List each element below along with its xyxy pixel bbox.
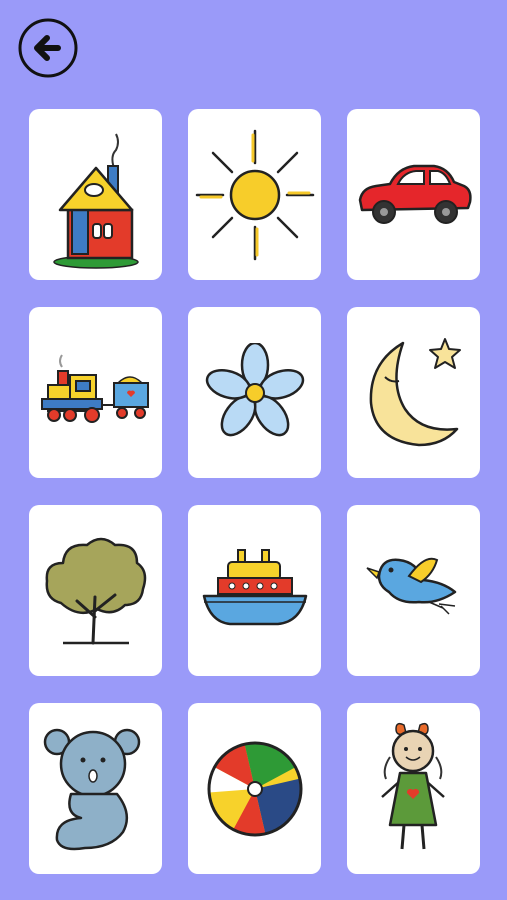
train-icon — [40, 353, 149, 423]
picture-grid — [29, 109, 480, 874]
beach-ball-icon — [207, 741, 302, 836]
tree-icon — [45, 537, 146, 644]
back-arrow-icon — [18, 18, 78, 78]
boat-icon — [202, 548, 307, 625]
bird-icon — [365, 557, 456, 615]
doll-icon — [380, 722, 445, 849]
moon-star-icon — [369, 337, 461, 446]
card-flower[interactable] — [188, 307, 321, 478]
sun-icon — [195, 129, 314, 260]
flower-icon — [205, 342, 304, 436]
house-icon — [52, 133, 139, 269]
card-doll[interactable] — [347, 703, 480, 874]
teddy-bear-icon — [43, 728, 140, 850]
card-car[interactable] — [347, 109, 480, 280]
card-bird[interactable] — [347, 505, 480, 676]
card-boat[interactable] — [188, 505, 321, 676]
card-tree[interactable] — [29, 505, 162, 676]
card-teddy[interactable] — [29, 703, 162, 874]
card-train[interactable] — [29, 307, 162, 478]
card-moon[interactable] — [347, 307, 480, 478]
back-button[interactable] — [18, 18, 78, 78]
card-sun[interactable] — [188, 109, 321, 280]
card-house[interactable] — [29, 109, 162, 280]
card-ball[interactable] — [188, 703, 321, 874]
car-icon — [358, 164, 472, 224]
